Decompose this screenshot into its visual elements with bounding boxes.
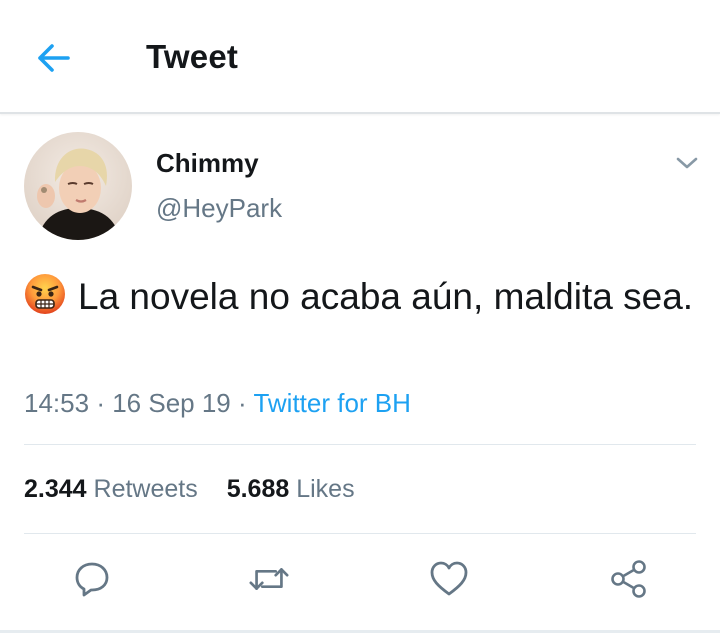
likes-stat[interactable]: 5.688 Likes: [227, 475, 355, 504]
tweet-meta: 14:53 · 16 Sep 19 · Twitter for BH: [24, 388, 411, 419]
divider: [24, 533, 696, 534]
back-button[interactable]: [34, 38, 74, 78]
share-button[interactable]: [607, 557, 651, 601]
top-bar: Tweet: [0, 0, 720, 114]
tweet-text: La novela no acaba aún, maldita sea.: [24, 271, 696, 323]
tweet-date: 16 Sep 19: [112, 388, 231, 418]
retweets-label: Retweets: [93, 475, 198, 503]
tweet-body: La novela no acaba aún, maldita sea.: [78, 276, 694, 317]
tweet-time: 14:53: [24, 388, 90, 418]
divider: [24, 444, 696, 445]
retweet-icon: [249, 568, 289, 590]
user-handle[interactable]: @HeyPark: [156, 193, 282, 224]
retweets-count: 2.344: [24, 475, 87, 503]
reply-icon: [75, 562, 109, 597]
tweet-source-link[interactable]: Twitter for BH: [253, 388, 410, 418]
share-icon: [611, 560, 646, 598]
page-title: Tweet: [146, 38, 239, 75]
likes-label: Likes: [296, 475, 355, 503]
retweets-stat[interactable]: 2.344 Retweets: [24, 475, 198, 504]
meta-separator: ·: [238, 388, 247, 418]
meta-separator: ·: [96, 388, 105, 418]
avatar[interactable]: [24, 132, 132, 240]
tweet-stats: 2.344 Retweets 5.688 Likes: [24, 475, 355, 504]
display-name[interactable]: Chimmy: [156, 148, 259, 179]
reply-button[interactable]: [70, 557, 114, 601]
like-button[interactable]: [427, 557, 471, 601]
likes-count: 5.688: [226, 475, 290, 503]
more-options-button[interactable]: [672, 148, 702, 178]
retweet-button[interactable]: [247, 557, 291, 601]
avatar-image: [24, 132, 132, 240]
angry-face-emoji: [25, 274, 65, 314]
arrow-left-icon: [38, 44, 70, 72]
chevron-down-icon: [676, 157, 698, 169]
heart-icon: [430, 561, 468, 596]
